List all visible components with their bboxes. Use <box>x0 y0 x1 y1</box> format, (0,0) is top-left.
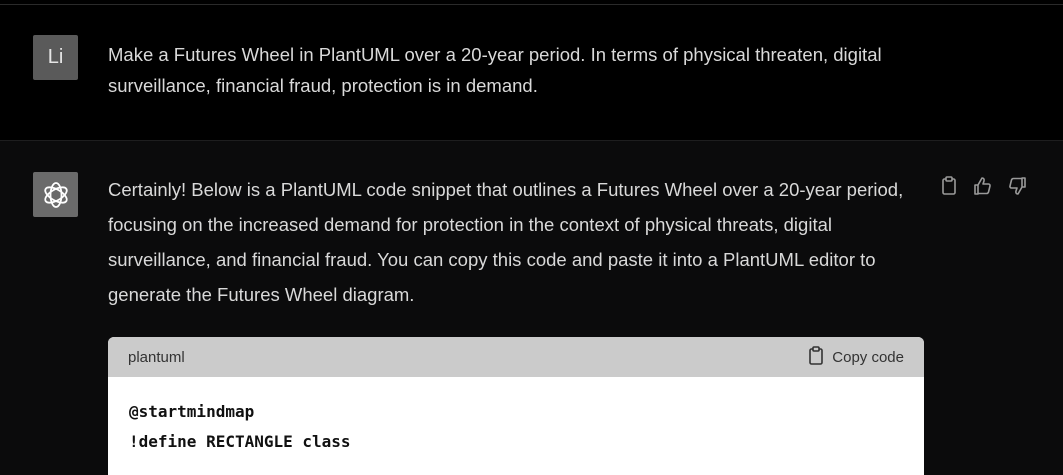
user-avatar: Li <box>33 35 78 80</box>
code-line: !define RECTANGLE class <box>129 432 351 451</box>
thumbs-up-icon[interactable] <box>972 175 994 197</box>
code-block-header: plantuml Copy code <box>108 337 924 377</box>
user-message-row: Li Make a Futures Wheel in PlantUML over… <box>0 5 1063 140</box>
code-block: plantuml Copy code @startmindmap !define… <box>108 337 924 475</box>
message-actions <box>938 175 1028 197</box>
clipboard-icon[interactable] <box>938 175 960 197</box>
copy-code-button[interactable]: Copy code <box>808 345 904 369</box>
copy-code-label: Copy code <box>832 348 904 366</box>
assistant-message-row: Certainly! Below is a PlantUML code snip… <box>0 140 1063 475</box>
code-language-label: plantuml <box>128 348 185 366</box>
code-line: @startmindmap <box>129 402 255 421</box>
code-content: @startmindmap !define RECTANGLE class <box>108 377 924 475</box>
assistant-message-text: Certainly! Below is a PlantUML code snip… <box>108 179 904 305</box>
thumbs-down-icon[interactable] <box>1006 175 1028 197</box>
clipboard-icon <box>808 345 824 369</box>
openai-logo-icon <box>33 172 78 217</box>
chat-page: Li Make a Futures Wheel in PlantUML over… <box>0 0 1063 475</box>
user-message-text: Make a Futures Wheel in PlantUML over a … <box>108 44 882 96</box>
